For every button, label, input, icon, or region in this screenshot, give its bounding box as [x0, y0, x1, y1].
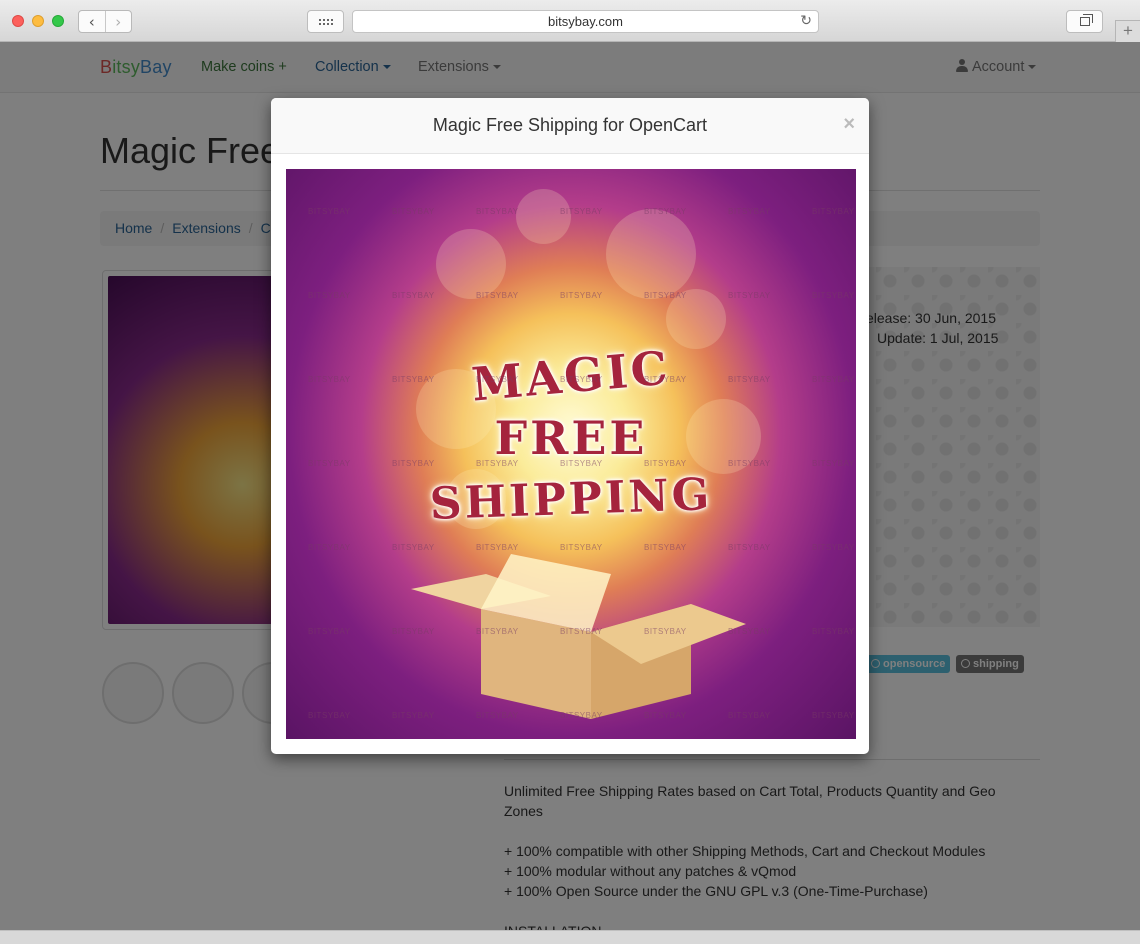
back-icon[interactable]: ‹	[79, 11, 105, 32]
bokeh-light	[606, 209, 696, 299]
watermark-text: BITSYBAY	[728, 711, 771, 720]
show-tabs-button[interactable]	[1066, 10, 1103, 33]
watermark-text: BITSYBAY	[560, 291, 603, 300]
watermark-text: BITSYBAY	[392, 291, 435, 300]
watermark-text: BITSYBAY	[476, 459, 519, 468]
new-tab-button[interactable]: +	[1115, 20, 1140, 42]
browser-toolbar: ‹ › bitsybay.com ↻ +	[0, 0, 1140, 42]
product-image-large: MAGIC FREE SHIPPING BITSYBAY BITSYBAY BITS…	[286, 169, 856, 739]
bokeh-light	[436, 229, 506, 299]
watermark-text: BITSYBAY	[560, 543, 603, 552]
watermark-text: BITSYBAY	[812, 543, 855, 552]
watermark-text: BITSYBAY	[476, 627, 519, 636]
tabs-icon	[1079, 14, 1093, 26]
watermark-text: BITSYBAY	[560, 207, 603, 216]
watermark-text: BITSYBAY	[476, 711, 519, 720]
watermark-text: BITSYBAY	[308, 375, 351, 384]
image-text-free: FREE	[494, 411, 648, 465]
modal-header: Magic Free Shipping for OpenCart ×	[271, 98, 869, 154]
watermark-text: BITSYBAY	[308, 291, 351, 300]
watermark-text: BITSYBAY	[728, 291, 771, 300]
watermark-text: BITSYBAY	[812, 207, 855, 216]
watermark-text: BITSYBAY	[392, 711, 435, 720]
watermark-text: BITSYBAY	[644, 375, 687, 384]
minimize-window-button[interactable]	[32, 15, 44, 27]
url-text: bitsybay.com	[548, 14, 623, 29]
watermark-text: BITSYBAY	[728, 543, 771, 552]
image-text-shipping: SHIPPING	[428, 469, 714, 530]
watermark-text: BITSYBAY	[308, 207, 351, 216]
watermark-text: BITSYBAY	[644, 627, 687, 636]
forward-icon[interactable]: ›	[104, 11, 132, 32]
watermark-text: BITSYBAY	[812, 375, 855, 384]
watermark-text: BITSYBAY	[560, 375, 603, 384]
watermark-text: BITSYBAY	[728, 207, 771, 216]
watermark-text: BITSYBAY	[644, 291, 687, 300]
watermark-text: BITSYBAY	[308, 543, 351, 552]
watermark-text: BITSYBAY	[728, 375, 771, 384]
watermark-text: BITSYBAY	[392, 375, 435, 384]
watermark-text: BITSYBAY	[644, 543, 687, 552]
reload-icon[interactable]: ↻	[800, 11, 812, 32]
watermark-text: BITSYBAY	[812, 627, 855, 636]
image-modal: Magic Free Shipping for OpenCart × MAGIC…	[271, 98, 869, 754]
watermark-text: BITSYBAY	[308, 459, 351, 468]
address-bar[interactable]: bitsybay.com ↻	[352, 10, 819, 33]
top-sites-button[interactable]	[307, 10, 344, 33]
watermark-text: BITSYBAY	[476, 543, 519, 552]
watermark-text: BITSYBAY	[560, 711, 603, 720]
watermark-text: BITSYBAY	[308, 627, 351, 636]
close-window-button[interactable]	[12, 15, 24, 27]
watermark-text: BITSYBAY	[728, 459, 771, 468]
watermark-text: BITSYBAY	[812, 459, 855, 468]
watermark-text: BITSYBAY	[728, 627, 771, 636]
watermark-text: BITSYBAY	[560, 459, 603, 468]
modal-title: Magic Free Shipping for OpenCart	[432, 115, 708, 135]
watermark-text: BITSYBAY	[644, 711, 687, 720]
watermark-text: BITSYBAY	[560, 627, 603, 636]
watermark-text: BITSYBAY	[644, 207, 687, 216]
zoom-window-button[interactable]	[52, 15, 64, 27]
history-nav: ‹ ›	[78, 10, 132, 33]
watermark-text: BITSYBAY	[392, 627, 435, 636]
watermark-text: BITSYBAY	[392, 207, 435, 216]
watermark-text: BITSYBAY	[392, 543, 435, 552]
watermark-text: BITSYBAY	[812, 711, 855, 720]
watermark-text: BITSYBAY	[644, 459, 687, 468]
bokeh-light	[516, 189, 571, 244]
browser-status-bar	[0, 930, 1140, 944]
watermark-text: BITSYBAY	[476, 207, 519, 216]
grid-icon	[318, 18, 333, 25]
web-page: BitsyBay Make coins + Collection Extensi…	[0, 42, 1140, 930]
watermark-text: BITSYBAY	[392, 459, 435, 468]
watermark-text: BITSYBAY	[812, 291, 855, 300]
watermark-text: BITSYBAY	[308, 711, 351, 720]
close-icon[interactable]: ×	[843, 113, 855, 136]
watermark-text: BITSYBAY	[476, 291, 519, 300]
watermark-text: BITSYBAY	[476, 375, 519, 384]
